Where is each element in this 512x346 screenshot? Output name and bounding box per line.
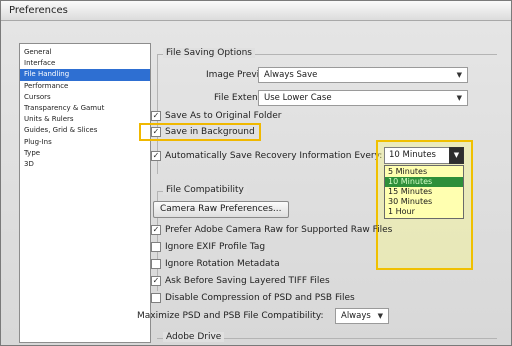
ignore-rotation-row[interactable]: Ignore Rotation Metadata bbox=[151, 257, 280, 270]
recovery-interval-select[interactable]: 10 Minutes ▼ bbox=[384, 147, 464, 164]
checkbox-unchecked-icon[interactable] bbox=[151, 292, 161, 303]
maximize-compatibility-label: Maximize PSD and PSB File Compatibility: bbox=[137, 311, 324, 321]
sidebar-item-general[interactable]: General bbox=[20, 47, 150, 58]
menu-item-5-minutes[interactable]: 5 Minutes bbox=[385, 167, 463, 177]
menu-item-10-minutes[interactable]: 10 Minutes bbox=[385, 177, 463, 187]
save-in-background-label: Save in Background bbox=[165, 126, 255, 137]
ask-tiff-label: Ask Before Saving Layered TIFF Files bbox=[165, 275, 330, 286]
checkbox-checked-icon[interactable]: ✓ bbox=[151, 275, 161, 286]
chevron-down-icon: ▼ bbox=[456, 71, 462, 79]
sidebar-item-plug-ins[interactable]: Plug-Ins bbox=[20, 137, 150, 148]
window-title: Preferences bbox=[1, 1, 511, 21]
sidebar-list[interactable]: General Interface File Handling Performa… bbox=[19, 43, 151, 343]
checkbox-checked-icon[interactable]: ✓ bbox=[151, 150, 161, 161]
auto-save-row[interactable]: ✓ Automatically Save Recovery Informatio… bbox=[151, 149, 382, 162]
sidebar-item-performance[interactable]: Performance bbox=[20, 81, 150, 92]
image-previews-select[interactable]: Always Save ▼ bbox=[258, 67, 468, 83]
ignore-exif-label: Ignore EXIF Profile Tag bbox=[165, 241, 266, 252]
file-compatibility-group-title: File Compatibility bbox=[163, 185, 247, 195]
recovery-interval-menu: 5 Minutes 10 Minutes 15 Minutes 30 Minut… bbox=[384, 165, 464, 219]
sidebar-item-units-rulers[interactable]: Units & Rulers bbox=[20, 114, 150, 125]
prefer-camera-raw-label: Prefer Adobe Camera Raw for Supported Ra… bbox=[165, 224, 393, 235]
chevron-down-icon[interactable]: ▼ bbox=[449, 147, 464, 164]
auto-save-label: Automatically Save Recovery Information … bbox=[165, 150, 383, 161]
recovery-interval-value: 10 Minutes bbox=[389, 150, 436, 160]
preferences-window: Preferences General Interface File Handl… bbox=[0, 0, 512, 346]
adobe-drive-group-title: Adobe Drive bbox=[163, 332, 225, 342]
save-in-background-row[interactable]: ✓ Save in Background bbox=[151, 125, 255, 138]
ignore-rotation-label: Ignore Rotation Metadata bbox=[165, 258, 280, 269]
settings-panel: File Saving Options Image Previews: Alwa… bbox=[137, 43, 506, 343]
ask-tiff-row[interactable]: ✓ Ask Before Saving Layered TIFF Files bbox=[151, 274, 330, 287]
sidebar-item-transparency[interactable]: Transparency & Gamut bbox=[20, 103, 150, 114]
sidebar-item-file-handling[interactable]: File Handling bbox=[20, 69, 150, 81]
image-previews-value: Always Save bbox=[264, 70, 318, 80]
sidebar-item-cursors[interactable]: Cursors bbox=[20, 92, 150, 103]
file-saving-group-title: File Saving Options bbox=[163, 48, 255, 58]
camera-raw-preferences-button[interactable]: Camera Raw Preferences... bbox=[153, 201, 289, 218]
chevron-down-icon: ▼ bbox=[377, 312, 383, 320]
maximize-compatibility-value: Always bbox=[341, 311, 371, 321]
checkbox-checked-icon[interactable]: ✓ bbox=[151, 224, 161, 235]
ignore-exif-row[interactable]: Ignore EXIF Profile Tag bbox=[151, 240, 265, 253]
prefer-camera-raw-row[interactable]: ✓ Prefer Adobe Camera Raw for Supported … bbox=[151, 223, 392, 236]
maximize-compatibility-select[interactable]: Always ▼ bbox=[335, 308, 389, 324]
menu-item-30-minutes[interactable]: 30 Minutes bbox=[385, 197, 463, 207]
save-as-original-folder-label: Save As to Original Folder bbox=[165, 110, 282, 121]
save-as-original-folder-row[interactable]: ✓ Save As to Original Folder bbox=[151, 109, 281, 122]
checkbox-unchecked-icon[interactable] bbox=[151, 241, 161, 252]
checkbox-checked-icon[interactable]: ✓ bbox=[151, 110, 161, 121]
checkbox-checked-icon[interactable]: ✓ bbox=[151, 126, 161, 137]
sidebar-item-type[interactable]: Type bbox=[20, 148, 150, 159]
chevron-down-icon: ▼ bbox=[456, 94, 462, 102]
file-extension-select[interactable]: Use Lower Case ▼ bbox=[258, 90, 468, 106]
menu-item-1-hour[interactable]: 1 Hour bbox=[385, 207, 463, 217]
sidebar-item-interface[interactable]: Interface bbox=[20, 58, 150, 69]
disable-compression-label: Disable Compression of PSD and PSB Files bbox=[165, 292, 355, 303]
file-extension-value: Use Lower Case bbox=[264, 93, 332, 103]
sidebar-item-guides-grid[interactable]: Guides, Grid & Slices bbox=[20, 125, 150, 136]
menu-item-15-minutes[interactable]: 15 Minutes bbox=[385, 187, 463, 197]
checkbox-unchecked-icon[interactable] bbox=[151, 258, 161, 269]
sidebar-item-3d[interactable]: 3D bbox=[20, 159, 150, 170]
disable-compression-row[interactable]: Disable Compression of PSD and PSB Files bbox=[151, 291, 355, 304]
